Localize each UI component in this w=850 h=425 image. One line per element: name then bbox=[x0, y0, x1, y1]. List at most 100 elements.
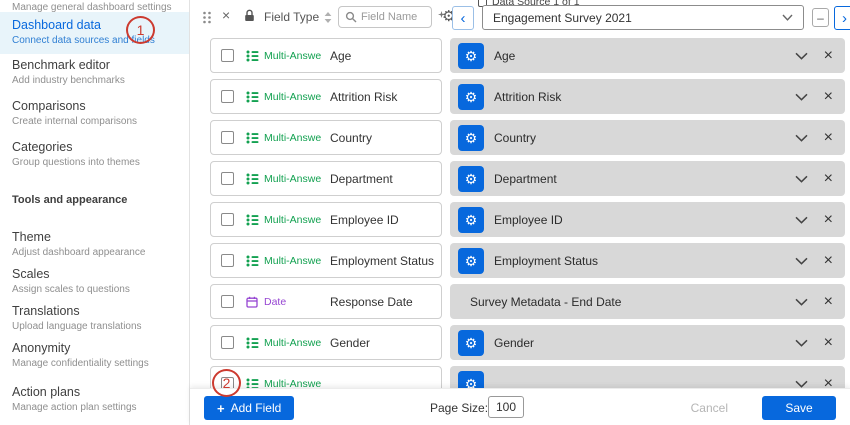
sidebar-item-label: Categories bbox=[12, 140, 189, 154]
row-checkbox[interactable] bbox=[221, 131, 234, 144]
remove-field-icon[interactable]: × bbox=[824, 171, 833, 187]
remove-field-icon[interactable]: × bbox=[824, 294, 833, 310]
mapped-field-card[interactable]: ⚙ Survey Metadata - End Date × bbox=[450, 284, 845, 319]
field-card: Date Response Date bbox=[210, 284, 442, 319]
row-checkbox[interactable] bbox=[221, 172, 234, 185]
save-button[interactable]: Save bbox=[762, 396, 836, 420]
field-type-label: Multi-Answe bbox=[264, 132, 322, 144]
annotation-step-1: 1 bbox=[126, 16, 155, 44]
remove-datasource-button[interactable]: – bbox=[812, 8, 829, 27]
field-card: Multi-Answe Country bbox=[210, 120, 442, 155]
chevron-down-icon[interactable] bbox=[795, 175, 808, 183]
multi-answer-icon bbox=[246, 91, 260, 103]
field-name: Age bbox=[330, 49, 351, 63]
field-settings-button[interactable]: ⚙ bbox=[458, 248, 484, 274]
remove-field-icon[interactable]: × bbox=[824, 335, 833, 351]
search-input[interactable] bbox=[361, 11, 425, 23]
sidebar-item-anonymity[interactable]: Anonymity Manage confidentiality setting… bbox=[0, 341, 189, 369]
remove-field-icon[interactable]: × bbox=[824, 253, 833, 269]
field-card: Multi-Answe Gender bbox=[210, 325, 442, 360]
mapped-field-label: Attrition Risk bbox=[494, 90, 795, 104]
field-settings-button[interactable]: ⚙ bbox=[458, 125, 484, 151]
field-settings-button[interactable]: ⚙ bbox=[458, 207, 484, 233]
chevron-down-icon[interactable] bbox=[795, 134, 808, 142]
mapped-field-label: Employment Status bbox=[494, 254, 795, 268]
sidebar-item-categories[interactable]: Categories Group questions into themes bbox=[0, 140, 189, 168]
sidebar-item-benchmark-editor[interactable]: Benchmark editor Add industry benchmarks bbox=[0, 58, 189, 86]
mapped-field-label: Survey Metadata - End Date bbox=[470, 295, 795, 309]
sidebar-item-dashboard-data[interactable]: Dashboard data Connect data sources and … bbox=[0, 12, 189, 54]
remove-field-icon[interactable]: × bbox=[824, 212, 833, 228]
sidebar-item-label: Action plans bbox=[12, 385, 189, 399]
remove-field-icon[interactable]: × bbox=[824, 130, 833, 146]
multi-answer-icon bbox=[246, 173, 260, 185]
row-checkbox[interactable] bbox=[221, 49, 234, 62]
row-checkbox[interactable] bbox=[221, 254, 234, 267]
field-settings-button[interactable]: ⚙ bbox=[458, 166, 484, 192]
sidebar-item-scales[interactable]: Scales Assign scales to questions bbox=[0, 267, 189, 295]
cancel-button[interactable]: Cancel bbox=[691, 401, 728, 415]
field-card: Multi-Answe Attrition Risk bbox=[210, 79, 442, 114]
chevron-down-icon[interactable] bbox=[795, 216, 808, 224]
footer-bar: + Add Field Page Size: Cancel Save bbox=[190, 388, 850, 425]
row-checkbox[interactable] bbox=[221, 295, 234, 308]
sidebar-item-translations[interactable]: Translations Upload language translation… bbox=[0, 304, 189, 332]
gear-icon: ⚙ bbox=[465, 130, 478, 146]
chevron-down-icon bbox=[782, 14, 793, 21]
mapped-field-label: Country bbox=[494, 131, 795, 145]
previous-datasource-button[interactable]: ‹ bbox=[452, 6, 474, 30]
field-row: Multi-Answe Employee ID ⚙ Employee ID × bbox=[190, 202, 850, 237]
close-icon[interactable]: × bbox=[222, 7, 230, 23]
chevron-down-icon[interactable] bbox=[795, 257, 808, 265]
remove-field-icon[interactable]: × bbox=[824, 48, 833, 64]
date-icon bbox=[246, 296, 260, 308]
sidebar-item-comparisons[interactable]: Comparisons Create internal comparisons bbox=[0, 99, 189, 127]
chevron-down-icon[interactable] bbox=[795, 298, 808, 306]
mapped-field-card[interactable]: ⚙ Employee ID × bbox=[450, 202, 845, 237]
sort-icon[interactable] bbox=[324, 12, 332, 23]
page-size-input[interactable] bbox=[488, 396, 524, 418]
field-type-column-header: Field Type bbox=[264, 10, 319, 24]
drag-handle-icon[interactable] bbox=[202, 11, 212, 24]
mapped-field-card[interactable]: ⚙ Gender × bbox=[450, 325, 845, 360]
field-card: Multi-Answe Employment Status bbox=[210, 243, 442, 278]
sidebar-item-label: Dashboard data bbox=[12, 18, 189, 32]
sidebar-item-sub: Create internal comparisons bbox=[12, 116, 189, 127]
mapped-field-card[interactable]: ⚙ Employment Status × bbox=[450, 243, 845, 278]
field-settings-button[interactable]: ⚙ bbox=[458, 330, 484, 356]
add-field-button[interactable]: + Add Field bbox=[204, 396, 294, 420]
chevron-down-icon[interactable] bbox=[795, 339, 808, 347]
mapped-field-card[interactable]: ⚙ Country × bbox=[450, 120, 845, 155]
gear-icon: ⚙ bbox=[465, 212, 478, 228]
sidebar-item-label: Comparisons bbox=[12, 99, 189, 113]
mapped-field-card[interactable]: ⚙ Department × bbox=[450, 161, 845, 196]
field-type-label: Multi-Answe bbox=[264, 337, 322, 349]
chevron-down-icon[interactable] bbox=[795, 93, 808, 101]
mapped-field-card[interactable]: ⚙ Attrition Risk × bbox=[450, 79, 845, 114]
sidebar-item-theme[interactable]: Theme Adjust dashboard appearance bbox=[0, 230, 189, 258]
row-checkbox[interactable] bbox=[221, 213, 234, 226]
row-checkbox[interactable] bbox=[221, 336, 234, 349]
mapped-field-label: Age bbox=[494, 49, 795, 63]
plus-icon: + bbox=[217, 401, 225, 416]
gear-icon: ⚙ bbox=[465, 253, 478, 269]
lock-icon bbox=[244, 9, 255, 22]
field-card: Multi-Answe Department bbox=[210, 161, 442, 196]
field-row: Multi-Answe Age ⚙ Age × bbox=[190, 38, 850, 73]
chevron-down-icon[interactable] bbox=[795, 52, 808, 60]
multi-answer-icon bbox=[246, 214, 260, 226]
sidebar-item-label: Translations bbox=[12, 304, 189, 318]
remove-field-icon[interactable]: × bbox=[824, 89, 833, 105]
field-settings-button[interactable]: ⚙ bbox=[458, 43, 484, 69]
field-settings-button[interactable]: ⚙ bbox=[458, 84, 484, 110]
row-checkbox[interactable] bbox=[221, 90, 234, 103]
mapped-field-card[interactable]: ⚙ Age × bbox=[450, 38, 845, 73]
next-datasource-button[interactable]: › bbox=[834, 6, 850, 30]
sidebar-item-label: Scales bbox=[12, 267, 189, 281]
field-name: Employee ID bbox=[330, 213, 399, 227]
field-row: Date Response Date ⚙ Survey Metadata - E… bbox=[190, 284, 850, 319]
chevron-down-icon[interactable] bbox=[795, 380, 808, 388]
sidebar-section-header: Tools and appearance bbox=[12, 194, 127, 206]
sidebar-item-action-plans[interactable]: Action plans Manage action plan settings bbox=[0, 385, 189, 413]
datasource-dropdown[interactable]: Engagement Survey 2021 bbox=[482, 5, 804, 30]
